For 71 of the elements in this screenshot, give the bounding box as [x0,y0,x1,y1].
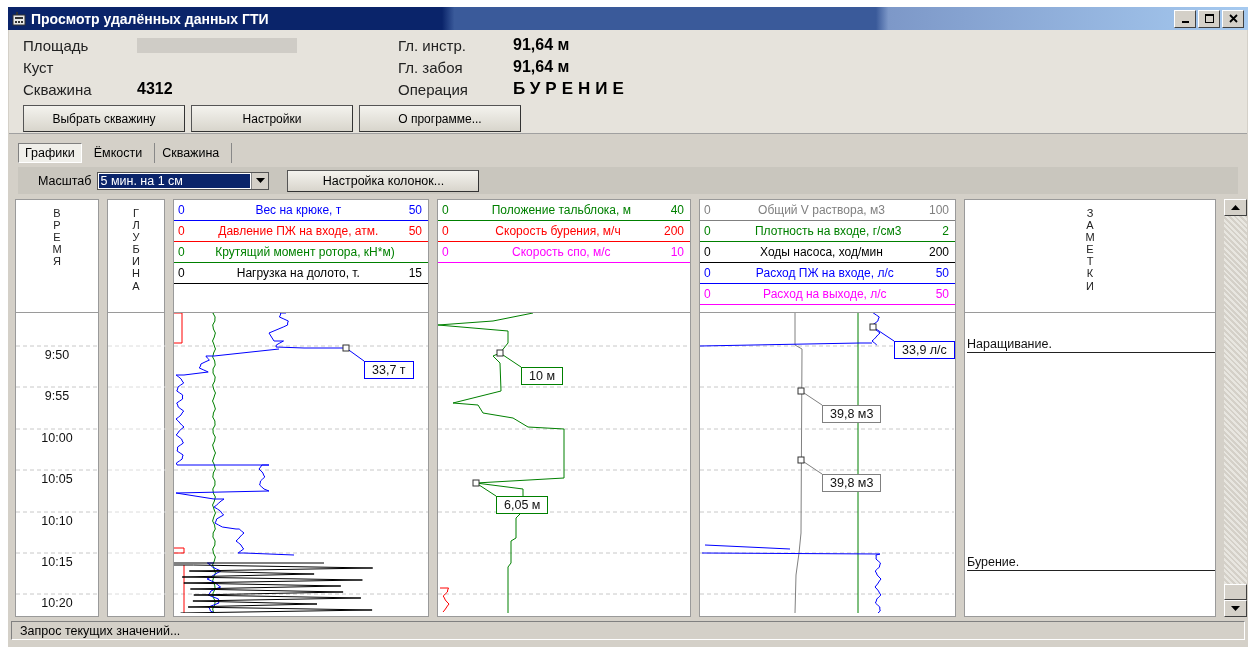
field-value: БУРЕНИЕ [513,79,629,99]
field-value: 4312 [137,80,173,98]
up-arrow-icon [1231,205,1240,210]
time-label: 10:20 [40,596,74,610]
close-button[interactable] [1222,9,1244,28]
legend-row: 0 Вес на крюке, т 50 [174,200,428,221]
column-title: ЗАМЕТКИ [1084,207,1096,294]
status-bar: Запрос текущих значений... [11,621,1245,640]
legend-row: 0 Скорость бурения, м/ч 200 [438,221,690,242]
callout-marker [342,344,365,362]
legend-row: 0 Расход ПЖ на входе, л/с 50 [700,263,955,284]
field-label: Операция [398,80,469,98]
app-icon [12,11,26,26]
header-button[interactable]: Выбрать скважину [23,105,185,132]
tab[interactable]: Скважина [155,143,233,163]
minimize-icon [1181,21,1189,23]
value-callout: 6,05 м [496,496,549,514]
field-value: 91,64 м [513,36,570,54]
value-callout: 33,7 т [364,361,414,379]
field-label: Гл. инстр. [398,36,467,54]
field-label: Площадь [23,36,90,54]
legend-row: 0 Положение тальблока, м 40 [438,200,690,221]
scroll-down-button[interactable] [1224,600,1247,617]
tab[interactable]: Графики [18,143,82,163]
value-callout: 39,8 м3 [822,474,882,492]
time-label: 9:50 [43,348,71,362]
header-button[interactable]: Настройки [191,105,353,132]
minimize-button[interactable] [1174,9,1196,28]
legend-row: 0 Расход на выходе, л/с 50 [700,284,955,305]
note-entry: Наращивание. [967,337,1215,353]
callout-marker [797,387,823,406]
value-callout: 33,9 л/с [894,341,955,359]
time-label: 10:00 [40,431,74,445]
tab[interactable]: Ёмкости [86,143,156,163]
legend-row: 0 Нагрузка на долото, т. 15 [174,263,428,284]
field-value: 91,64 м [513,58,570,76]
maximize-button[interactable] [1198,9,1220,28]
legend-row: 0 Крутящий момент ротора, кН*м) [174,242,428,263]
time-label: 9:55 [43,389,71,403]
legend-row: 0 Ходы насоса, ход/мин 200 [700,242,955,263]
legend-row: 0 Общий V раствора, м3 100 [700,200,955,221]
field-label: Гл. забоя [398,58,464,76]
value-callout: 10 м [521,367,563,385]
callout-marker [869,323,895,342]
close-icon [1228,14,1238,23]
field-label: Скважина [23,80,93,98]
callout-marker [797,456,823,475]
legend-row: 0 Давление ПЖ на входе, атм. 50 [174,221,428,242]
field-label: Куст [23,58,55,76]
time-label: 10:10 [40,514,74,528]
time-label: 10:15 [40,555,74,569]
callout-marker [472,479,497,497]
legend-row: 0 Плотность на входе, г/см3 2 [700,221,955,242]
scroll-up-button[interactable] [1224,199,1247,216]
time-label: 10:05 [40,472,74,486]
callout-marker [496,349,522,368]
down-arrow-icon [1231,606,1240,611]
value-callout: 39,8 м3 [822,405,882,423]
scale-label: Масштаб [38,173,92,188]
dropdown-arrow-icon [256,178,265,183]
column-title: ГЛУБИНА [131,207,141,294]
header-button[interactable]: О программе... [359,105,521,132]
scale-dropdown[interactable]: 5 мин. на 1 см [97,171,270,190]
columns-settings-button[interactable]: Настройка колонок... [287,169,480,192]
vertical-scrollbar[interactable] [1224,199,1247,617]
note-entry: Бурение. [967,555,1215,571]
scrollbar-thumb[interactable] [1224,584,1247,600]
maximize-icon [1204,14,1214,23]
legend-row: 0 Скорость спо, м/с 10 [438,242,690,263]
window-title: Просмотр удалённых данных ГТИ [31,10,269,27]
column-title: ВРЕМЯ [51,207,63,270]
